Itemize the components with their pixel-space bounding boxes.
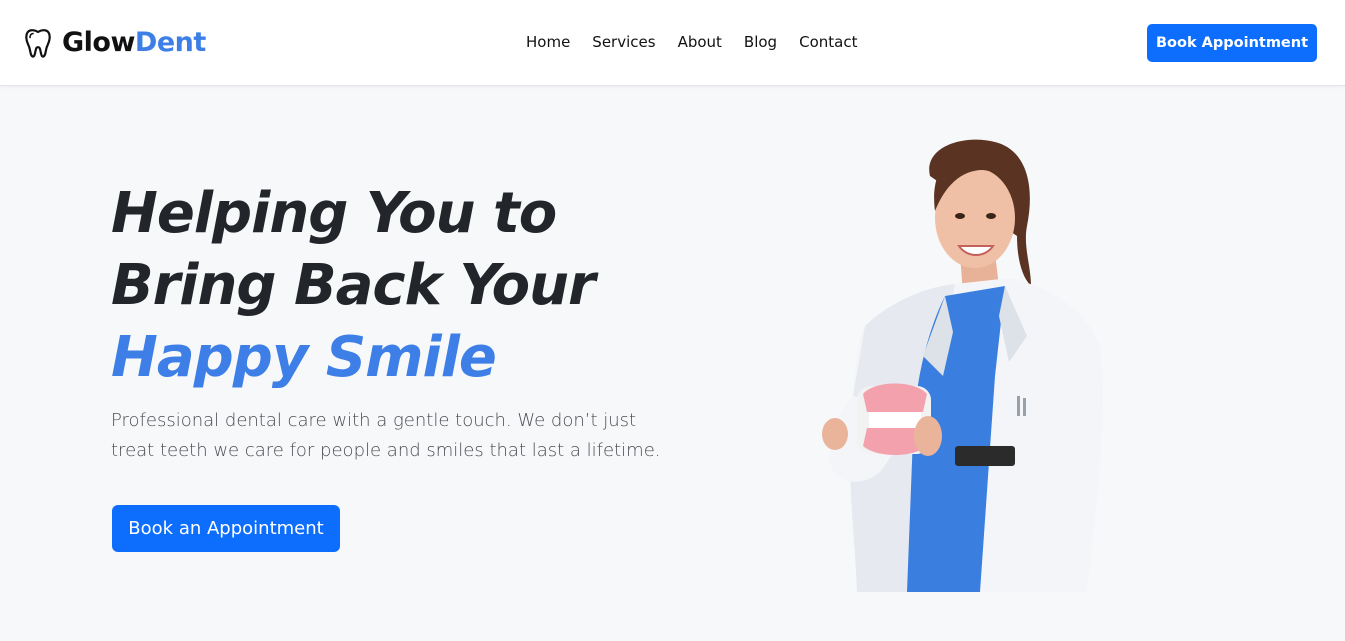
nav-item: Home — [523, 33, 573, 52]
nav-menu: Home Services About Blog Contact — [523, 33, 860, 52]
brand-name-part1: Glow — [62, 27, 135, 58]
brand-name-part2: Dent — [134, 27, 206, 58]
nav-item: About — [675, 33, 725, 52]
nav-link-contact[interactable]: Contact — [796, 33, 860, 51]
nav-link-home[interactable]: Home — [523, 33, 573, 51]
tooth-icon — [25, 29, 51, 58]
hero-title-line1: Helping You to — [111, 181, 557, 246]
nav-link-services[interactable]: Services — [589, 33, 658, 51]
brand-logo[interactable]: GlowDent — [24, 27, 206, 59]
navbar: GlowDent Home Services About Blog Contac… — [0, 0, 1345, 86]
dentist-illustration — [822, 139, 1104, 592]
nav-link-about[interactable]: About — [675, 33, 725, 51]
nav-item: Contact — [796, 33, 860, 52]
hero-description: Professional dental care with a gentle t… — [111, 410, 661, 461]
dentist-image — [795, 136, 1115, 592]
hero-title-line2: Bring Back Your — [111, 253, 596, 318]
brand-name: GlowDent — [62, 27, 206, 59]
nav-item: Services — [589, 33, 658, 52]
nav-item: Blog — [741, 33, 780, 52]
book-appointment-button[interactable]: Book Appointment — [1147, 24, 1317, 62]
book-an-appointment-button[interactable]: Book an Appointment — [112, 505, 340, 552]
hero-title: Helping You to Bring Back Your Happy Smi… — [111, 178, 596, 394]
hero-title-highlight: Happy Smile — [111, 325, 497, 390]
nav-link-blog[interactable]: Blog — [741, 33, 780, 51]
